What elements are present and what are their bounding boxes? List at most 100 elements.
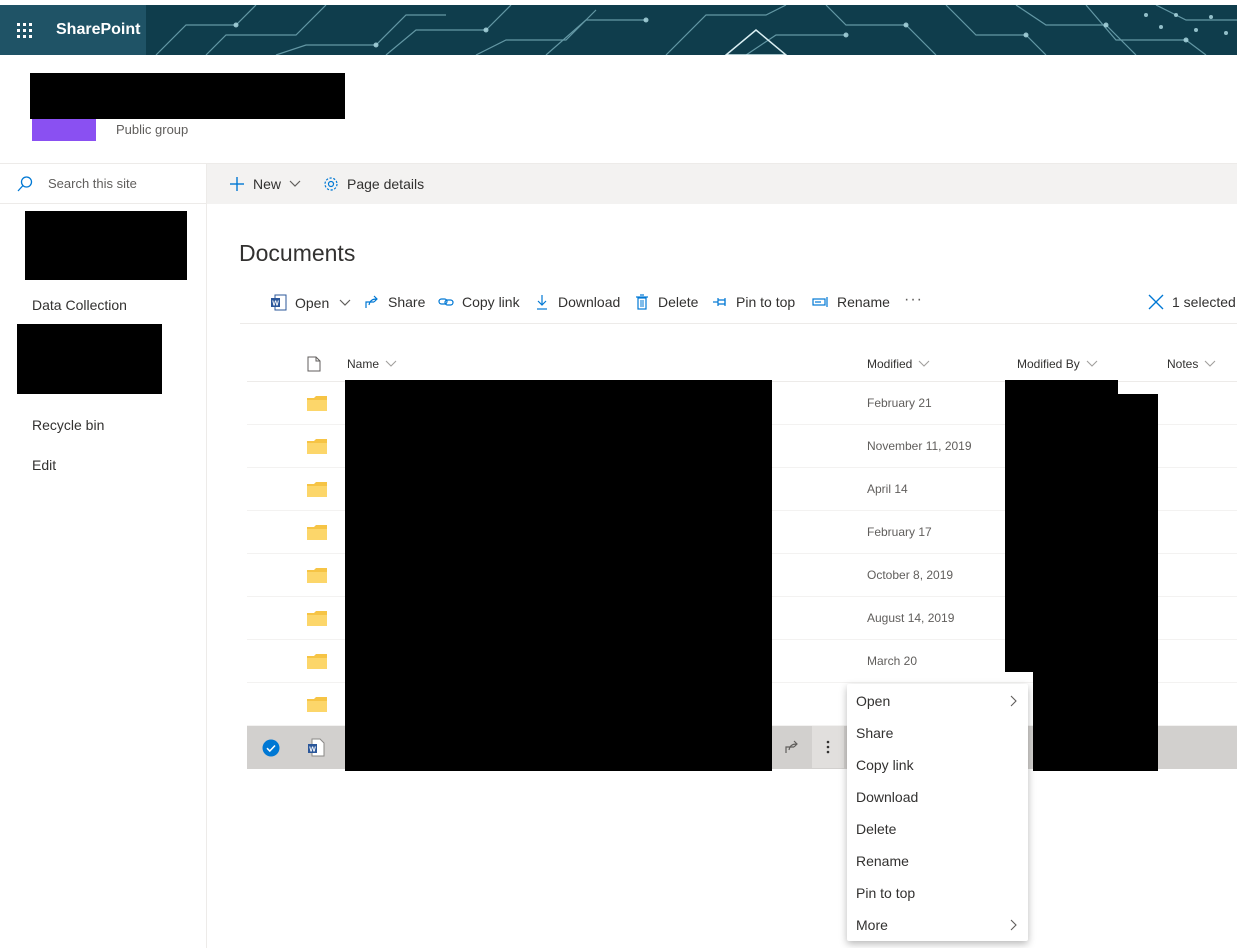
- chevron-right-icon: [1010, 919, 1017, 931]
- modified-date: November 11, 2019: [867, 439, 972, 453]
- suite-bar-brand: SharePoint: [0, 5, 146, 55]
- share-icon[interactable]: [784, 739, 800, 755]
- site-search-box[interactable]: Search this site: [0, 163, 206, 204]
- delete-button[interactable]: Delete: [634, 294, 698, 310]
- download-icon: [537, 295, 547, 310]
- column-modified-label: Modified: [867, 357, 913, 371]
- trash-icon: [636, 294, 648, 310]
- link-icon: [438, 298, 454, 306]
- menu-item-copy-link[interactable]: Copy link: [847, 749, 1028, 781]
- modified-date: April 14: [867, 482, 908, 496]
- word-icon: W: [308, 738, 325, 757]
- menu-item-delete[interactable]: Delete: [847, 813, 1028, 845]
- menu-item-rename[interactable]: Rename: [847, 845, 1028, 877]
- column-notes-label: Notes: [1167, 357, 1199, 371]
- gear-icon: [324, 177, 338, 191]
- copy-link-button[interactable]: Copy link: [438, 294, 520, 310]
- site-logo[interactable]: [32, 118, 96, 141]
- folder-icon: [307, 439, 327, 454]
- modified-date: October 8, 2019: [867, 568, 954, 582]
- left-navigation: Search this site Data Collection Recycle…: [0, 163, 207, 948]
- menu-item-label: Rename: [856, 853, 909, 869]
- modified-date: February 17: [867, 525, 932, 539]
- column-header-notes[interactable]: Notes: [1167, 357, 1216, 371]
- group-type-label: Public group: [116, 122, 189, 137]
- menu-item-label: Pin to top: [856, 885, 916, 901]
- menu-item-label: More: [856, 917, 888, 933]
- plus-icon: [230, 177, 244, 191]
- page-details-button[interactable]: Page details: [323, 176, 424, 192]
- menu-item-pin-to-top[interactable]: Pin to top: [847, 877, 1028, 909]
- open-label: Open: [295, 294, 330, 311]
- rename-label: Rename: [837, 294, 890, 310]
- page-details-label: Page details: [347, 176, 425, 192]
- waffle-icon[interactable]: [0, 5, 48, 55]
- nav-item-edit[interactable]: Edit: [32, 457, 56, 473]
- chevron-down-icon: [385, 360, 397, 367]
- redacted-site-title: [30, 73, 345, 119]
- menu-item-more[interactable]: More: [847, 909, 1028, 941]
- column-modified-by-label: Modified By: [1017, 357, 1080, 371]
- word-icon: W: [271, 294, 287, 311]
- file-icon: [307, 356, 321, 372]
- redacted-modified-by: [1005, 380, 1118, 672]
- modified-date: August 14, 2019: [867, 611, 955, 625]
- column-header-modified-by[interactable]: Modified By: [1017, 357, 1098, 371]
- nav-item-data-collection[interactable]: Data Collection: [32, 297, 127, 313]
- new-button[interactable]: New: [229, 176, 309, 192]
- app-name[interactable]: SharePoint: [56, 21, 140, 39]
- list-header: Name Modified Modified By Notes: [247, 346, 1237, 382]
- clear-selection-button[interactable]: 1 selected: [1148, 294, 1236, 310]
- header-banner-image: [146, 5, 1237, 55]
- menu-item-open[interactable]: Open: [847, 685, 1028, 717]
- folder-icon: [307, 396, 327, 411]
- search-icon: [17, 175, 33, 191]
- pin-to-top-button[interactable]: Pin to top: [712, 294, 795, 310]
- copy-link-label: Copy link: [462, 294, 520, 310]
- chevron-right-icon: [1010, 695, 1017, 707]
- download-label: Download: [558, 294, 621, 310]
- modified-date: February 21: [867, 396, 932, 410]
- modified-date: March 20: [867, 654, 918, 668]
- chevron-down-icon: [918, 360, 930, 367]
- column-header-name[interactable]: Name: [347, 357, 397, 371]
- download-button[interactable]: Download: [534, 294, 620, 310]
- menu-item-share[interactable]: Share: [847, 717, 1028, 749]
- svg-text:W: W: [309, 747, 316, 754]
- vertical-ellipsis-icon: [826, 740, 830, 754]
- redacted-file-names: [345, 380, 772, 771]
- chevron-down-icon: [339, 299, 351, 306]
- redacted-modified-by: [1033, 672, 1158, 771]
- folder-icon: [307, 654, 327, 669]
- share-icon: [365, 295, 378, 308]
- share-button[interactable]: Share: [364, 294, 425, 310]
- folder-icon: [307, 611, 327, 626]
- more-options-button[interactable]: [812, 726, 844, 768]
- folder-icon: [307, 697, 327, 712]
- folder-icon: [307, 525, 327, 540]
- nav-item-recycle-bin[interactable]: Recycle bin: [32, 417, 104, 433]
- library-title: Documents: [239, 240, 356, 266]
- menu-item-label: Copy link: [856, 757, 914, 773]
- folder-icon: [307, 568, 327, 583]
- library-toolbar: W Open Share Copy link Download Delete P…: [240, 288, 1237, 324]
- search-placeholder: Search this site: [48, 176, 137, 191]
- close-icon: [1148, 294, 1164, 310]
- svg-text:W: W: [272, 301, 279, 308]
- column-header-modified[interactable]: Modified: [867, 357, 930, 371]
- selected-count: 1 selected: [1172, 294, 1236, 310]
- folder-icon: [307, 482, 327, 497]
- suite-bar: SharePoint: [0, 5, 1237, 55]
- rename-icon: [812, 297, 828, 307]
- rename-button[interactable]: Rename: [812, 294, 890, 310]
- redacted-nav-item: [17, 324, 162, 394]
- menu-item-label: Share: [856, 725, 894, 741]
- open-button[interactable]: W Open: [270, 294, 359, 311]
- chevron-down-icon: [289, 180, 301, 187]
- pin-to-top-label: Pin to top: [736, 294, 796, 310]
- command-bar: New Page details: [207, 163, 1237, 204]
- context-menu: Open Share Copy link Download Delete Ren…: [847, 684, 1028, 941]
- check-circle-icon[interactable]: [262, 739, 280, 757]
- menu-item-download[interactable]: Download: [847, 781, 1028, 813]
- more-actions-button[interactable]: ···: [904, 291, 923, 309]
